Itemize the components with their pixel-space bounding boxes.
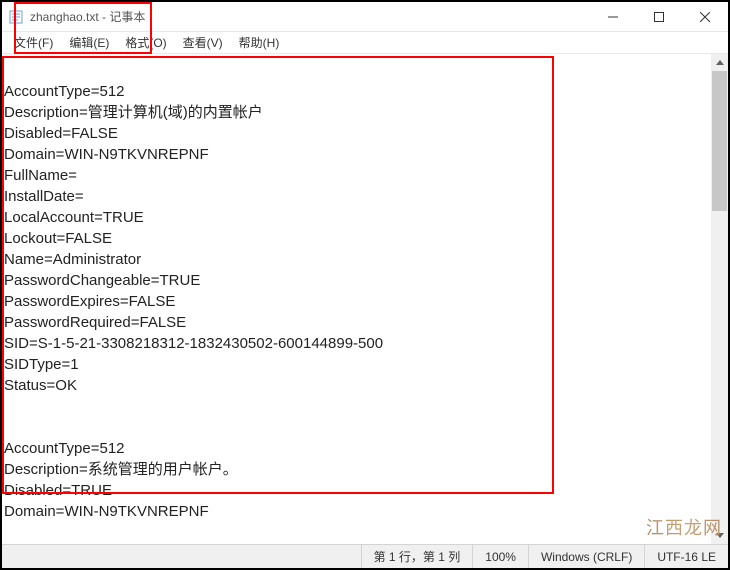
menu-file[interactable]: 文件(F) xyxy=(6,32,61,53)
minimize-button[interactable] xyxy=(590,2,636,31)
notepad-window: zhanghao.txt - 记事本 文件(F) 编辑(E) 格式(O) 查看(… xyxy=(2,2,728,568)
status-line-ending: Windows (CRLF) xyxy=(528,545,644,568)
content-area: AccountType=512 Description=管理计算机(域)的内置帐… xyxy=(2,54,728,544)
scrollbar-down-button[interactable] xyxy=(711,527,728,544)
menu-edit[interactable]: 编辑(E) xyxy=(61,32,117,53)
status-encoding: UTF-16 LE xyxy=(644,545,728,568)
titlebar[interactable]: zhanghao.txt - 记事本 xyxy=(2,2,728,32)
window-title: zhanghao.txt - 记事本 xyxy=(30,8,590,25)
window-controls xyxy=(590,2,728,31)
status-position: 第 1 行，第 1 列 xyxy=(361,545,473,568)
close-button[interactable] xyxy=(682,2,728,31)
vertical-scrollbar[interactable] xyxy=(711,54,728,544)
maximize-button[interactable] xyxy=(636,2,682,31)
notepad-icon xyxy=(8,9,24,25)
menu-help[interactable]: 帮助(H) xyxy=(231,32,288,53)
menubar: 文件(F) 编辑(E) 格式(O) 查看(V) 帮助(H) xyxy=(2,32,728,54)
statusbar: 第 1 行，第 1 列 100% Windows (CRLF) UTF-16 L… xyxy=(2,544,728,568)
scrollbar-thumb[interactable] xyxy=(712,71,727,211)
status-zoom: 100% xyxy=(472,545,528,568)
scrollbar-up-button[interactable] xyxy=(711,54,728,71)
menu-format[interactable]: 格式(O) xyxy=(117,32,174,53)
menu-view[interactable]: 查看(V) xyxy=(175,32,231,53)
text-editor[interactable]: AccountType=512 Description=管理计算机(域)的内置帐… xyxy=(2,54,711,544)
